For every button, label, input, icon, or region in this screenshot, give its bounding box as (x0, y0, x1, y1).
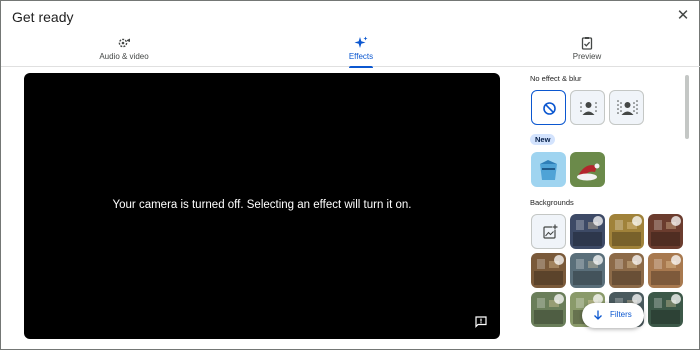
animated-background-icon (632, 216, 642, 226)
gear-video-icon (118, 38, 130, 48)
background-tile[interactable] (570, 253, 605, 288)
tab-bar: Audio & video Effects Preview (1, 31, 700, 68)
background-tile[interactable] (570, 214, 605, 249)
animated-background-icon (671, 294, 681, 304)
slight-blur-button[interactable] (570, 90, 605, 125)
clipboard-check-icon (581, 37, 593, 50)
tab-audio-video[interactable]: Audio & video (94, 31, 154, 67)
no-effect-icon (543, 102, 556, 115)
close-icon[interactable]: ✕ (674, 7, 692, 25)
get-ready-dialog: Get ready ✕ Audio & video Effects Previe… (0, 0, 700, 350)
background-tile[interactable] (648, 253, 683, 288)
feedback-icon[interactable] (475, 316, 487, 328)
background-tile[interactable] (648, 292, 683, 327)
filters-label: Filters (610, 310, 632, 319)
slight-blur-icon (580, 102, 597, 115)
panel-scrollbar[interactable] (685, 75, 689, 139)
camera-off-message: Your camera is turned off. Selecting an … (112, 199, 412, 211)
animated-background-icon (671, 216, 681, 226)
add-background-button[interactable] (531, 214, 566, 249)
animated-background-icon (593, 216, 603, 226)
add-image-icon (543, 224, 558, 239)
new-badge: New (530, 134, 556, 145)
tab-label: Preview (572, 52, 602, 61)
backgrounds-heading: Backgrounds (530, 198, 574, 207)
sparkle-icon (354, 36, 368, 48)
background-tile[interactable] (531, 292, 566, 327)
tab-label: Audio & video (99, 52, 149, 61)
new-effect-tile[interactable] (570, 152, 605, 187)
background-tile[interactable] (609, 253, 644, 288)
arrow-down-icon (594, 310, 602, 320)
dialog-title: Get ready (12, 9, 74, 25)
no-effect-button[interactable] (531, 90, 566, 125)
new-effect-thumbnail (531, 152, 566, 187)
blur-icon (617, 100, 638, 115)
animated-background-icon (593, 255, 603, 265)
background-tile[interactable] (609, 214, 644, 249)
tab-label: Effects (348, 52, 374, 61)
new-effect-tile[interactable] (531, 152, 566, 187)
animated-background-icon (671, 255, 681, 265)
camera-preview: Your camera is turned off. Selecting an … (24, 73, 500, 339)
filters-button[interactable]: Filters (582, 303, 644, 328)
new-effect-thumbnail (570, 152, 605, 187)
tab-effects[interactable]: Effects (341, 31, 381, 68)
blur-button[interactable] (609, 90, 644, 125)
animated-background-icon (554, 294, 564, 304)
animated-background-icon (632, 255, 642, 265)
background-tile[interactable] (531, 253, 566, 288)
active-tab-indicator (349, 66, 373, 68)
no-effect-heading: No effect & blur (530, 74, 582, 83)
animated-background-icon (554, 255, 564, 265)
tab-preview[interactable]: Preview (567, 31, 607, 67)
background-tile[interactable] (648, 214, 683, 249)
